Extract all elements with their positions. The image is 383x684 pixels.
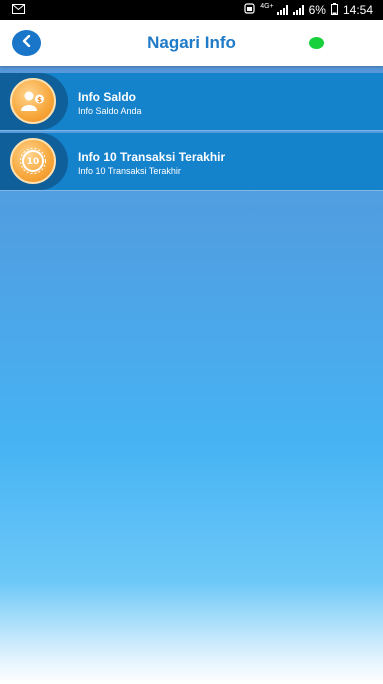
menu-item-subtitle: Info Saldo Anda — [78, 106, 142, 116]
battery-percent: 6% — [308, 3, 326, 17]
svg-text:10: 10 — [27, 157, 40, 167]
sim-icon — [244, 3, 255, 17]
menu-item-title: Info 10 Transaksi Terakhir — [78, 150, 226, 164]
mail-notification-icon — [12, 3, 25, 17]
menu-item-subtitle: Info 10 Transaksi Terakhir — [78, 166, 181, 176]
menu-item-info-transaksi[interactable]: 10 Info 10 Transaksi Terakhir Info 10 Tr… — [0, 133, 383, 191]
signal-strength-icon-2 — [292, 5, 304, 15]
svg-text:$: $ — [37, 96, 42, 104]
ten-transactions-icon: 10 — [10, 138, 56, 184]
battery-icon — [330, 2, 338, 18]
icon-tab: $ — [0, 73, 68, 130]
status-bar: 4G+ 6% 14:54 — [0, 0, 383, 20]
network-type-label: 4G+ — [260, 2, 274, 10]
online-status-indicator — [309, 37, 324, 49]
signal-strength-icon — [276, 5, 288, 15]
icon-tab: 10 — [0, 133, 68, 190]
clock-time: 14:54 — [342, 3, 373, 17]
menu-item-title: Info Saldo — [78, 90, 136, 104]
page-title: Nagari Info — [147, 33, 236, 52]
user-balance-icon: $ — [10, 78, 56, 124]
app-header: Nagari Info — [0, 20, 383, 66]
menu-item-info-saldo[interactable]: $ Info Saldo Info Saldo Anda — [0, 73, 383, 131]
